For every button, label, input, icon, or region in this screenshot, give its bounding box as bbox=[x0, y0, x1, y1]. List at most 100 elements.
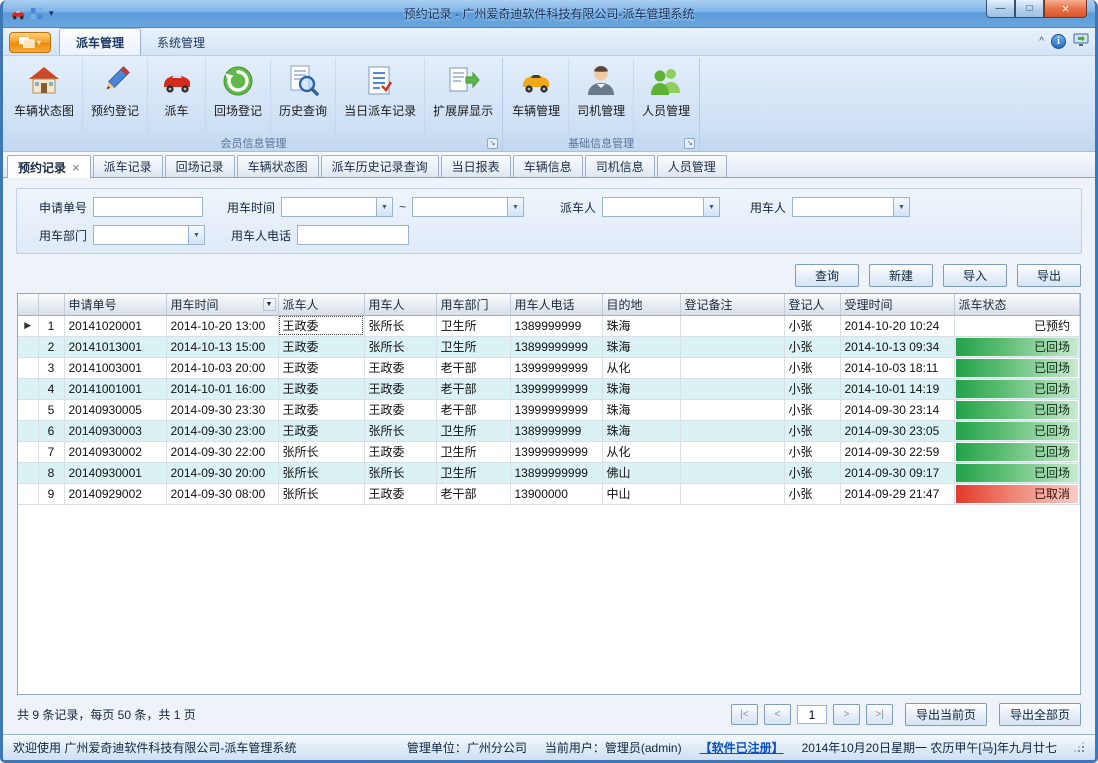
grid-cell[interactable]: 王政委 bbox=[278, 399, 364, 420]
doc-tab[interactable]: 派车历史记录查询 bbox=[321, 155, 439, 177]
grid-cell[interactable]: 张所长 bbox=[364, 420, 436, 441]
quick-access-icon[interactable] bbox=[30, 7, 43, 20]
grid-cell[interactable]: 2014-09-30 22:59 bbox=[840, 441, 954, 462]
prev-page-button[interactable]: < bbox=[764, 704, 791, 725]
maximize-button[interactable]: □ bbox=[1015, 0, 1044, 18]
grid-cell[interactable]: 20141001001 bbox=[64, 378, 166, 399]
column-header[interactable]: 用车人电话 bbox=[510, 294, 602, 315]
column-header[interactable]: 登记备注 bbox=[680, 294, 784, 315]
import-button[interactable]: 导入 bbox=[943, 264, 1007, 287]
grid-cell[interactable]: 卫生所 bbox=[436, 441, 510, 462]
doc-tab[interactable]: 预约记录× bbox=[7, 155, 91, 178]
grid-cell-status[interactable]: 已回场 bbox=[954, 336, 1080, 357]
grid-cell[interactable]: 老干部 bbox=[436, 357, 510, 378]
doc-tab[interactable]: 当日报表 bbox=[441, 155, 511, 177]
ribbon-button[interactable]: 历史查询 bbox=[271, 58, 336, 134]
dispatcher-combo[interactable]: ▼ bbox=[602, 197, 720, 217]
last-page-button[interactable]: >| bbox=[866, 704, 893, 725]
grid-cell[interactable]: 1389999999 bbox=[510, 315, 602, 336]
grid-cell[interactable]: 小张 bbox=[784, 441, 840, 462]
export-all-pages-button[interactable]: 导出全部页 bbox=[999, 703, 1081, 726]
row-indicator-cell[interactable] bbox=[18, 462, 38, 483]
ribbon-button[interactable]: 司机管理 bbox=[569, 58, 634, 134]
grid-cell-status[interactable]: 已取消 bbox=[954, 483, 1080, 504]
grid-cell[interactable]: 2014-09-30 22:00 bbox=[166, 441, 278, 462]
dropdown-arrow-icon[interactable]: ▼ bbox=[376, 198, 392, 216]
row-number-cell[interactable]: 5 bbox=[38, 399, 64, 420]
department-combo[interactable]: ▼ bbox=[93, 225, 205, 245]
grid-cell[interactable]: 小张 bbox=[784, 462, 840, 483]
row-number-cell[interactable]: 2 bbox=[38, 336, 64, 357]
grid-cell[interactable]: 王政委 bbox=[278, 336, 364, 357]
grid-cell[interactable]: 13899999999 bbox=[510, 462, 602, 483]
grid-cell[interactable]: 王政委 bbox=[278, 315, 364, 336]
grid-cell[interactable]: 13900000 bbox=[510, 483, 602, 504]
grid-cell[interactable]: 2014-10-20 13:00 bbox=[166, 315, 278, 336]
grid-cell[interactable]: 20140930005 bbox=[64, 399, 166, 420]
data-grid[interactable]: 申请单号用车时间▼派车人用车人用车部门用车人电话目的地登记备注登记人受理时间派车… bbox=[17, 293, 1081, 695]
info-icon[interactable]: i bbox=[1051, 34, 1066, 49]
column-header[interactable]: 用车人 bbox=[364, 294, 436, 315]
grid-cell[interactable]: 卫生所 bbox=[436, 336, 510, 357]
grid-cell[interactable]: 珠海 bbox=[602, 378, 680, 399]
resize-grip[interactable] bbox=[1075, 743, 1085, 753]
row-number-cell[interactable]: 1 bbox=[38, 315, 64, 336]
grid-cell[interactable] bbox=[680, 378, 784, 399]
grid-cell[interactable]: 2014-09-29 21:47 bbox=[840, 483, 954, 504]
grid-cell[interactable]: 2014-09-30 23:14 bbox=[840, 399, 954, 420]
use-time-to-combo[interactable]: ▼ bbox=[412, 197, 524, 217]
grid-cell[interactable]: 13999999999 bbox=[510, 399, 602, 420]
grid-cell[interactable]: 小张 bbox=[784, 357, 840, 378]
grid-cell[interactable]: 2014-10-13 09:34 bbox=[840, 336, 954, 357]
grid-cell[interactable] bbox=[680, 441, 784, 462]
grid-cell[interactable]: 王政委 bbox=[364, 378, 436, 399]
grid-cell-status[interactable]: 已回场 bbox=[954, 378, 1080, 399]
column-header[interactable]: 用车时间▼ bbox=[166, 294, 278, 315]
column-header[interactable]: 派车人 bbox=[278, 294, 364, 315]
grid-cell[interactable]: 从化 bbox=[602, 357, 680, 378]
grid-cell[interactable]: 张所长 bbox=[278, 483, 364, 504]
grid-cell[interactable]: 13899999999 bbox=[510, 336, 602, 357]
grid-cell-status[interactable]: 已回场 bbox=[954, 399, 1080, 420]
dropdown-arrow-icon[interactable]: ▼ bbox=[703, 198, 719, 216]
row-number-cell[interactable]: 6 bbox=[38, 420, 64, 441]
row-indicator-cell[interactable] bbox=[18, 441, 38, 462]
table-row[interactable]: 3201410030012014-10-03 20:00王政委王政委老干部139… bbox=[18, 357, 1080, 378]
grid-cell[interactable]: 2014-10-20 10:24 bbox=[840, 315, 954, 336]
table-row[interactable]: ▶1201410200012014-10-20 13:00王政委张所长卫生所13… bbox=[18, 315, 1080, 336]
apply-no-input[interactable] bbox=[93, 197, 203, 217]
grid-cell[interactable]: 小张 bbox=[784, 315, 840, 336]
doc-tab[interactable]: 车辆状态图 bbox=[237, 155, 319, 177]
ribbon-button[interactable]: 预约登记 bbox=[83, 58, 148, 134]
column-header[interactable]: 申请单号 bbox=[64, 294, 166, 315]
doc-tab[interactable]: 车辆信息 bbox=[513, 155, 583, 177]
row-indicator-cell[interactable] bbox=[18, 336, 38, 357]
grid-cell[interactable]: 2014-10-03 20:00 bbox=[166, 357, 278, 378]
grid-cell[interactable]: 13999999999 bbox=[510, 378, 602, 399]
grid-cell-status[interactable]: 已回场 bbox=[954, 462, 1080, 483]
use-time-from-combo[interactable]: ▼ bbox=[281, 197, 393, 217]
grid-cell[interactable]: 20141013001 bbox=[64, 336, 166, 357]
grid-cell[interactable]: 2014-09-30 23:30 bbox=[166, 399, 278, 420]
grid-cell[interactable]: 小张 bbox=[784, 378, 840, 399]
grid-cell[interactable]: 珠海 bbox=[602, 315, 680, 336]
row-number-cell[interactable]: 4 bbox=[38, 378, 64, 399]
dropdown-arrow-icon[interactable]: ▼ bbox=[893, 198, 909, 216]
ribbon-button[interactable]: 车辆管理 bbox=[504, 58, 569, 134]
grid-cell[interactable]: 中山 bbox=[602, 483, 680, 504]
query-button[interactable]: 查询 bbox=[795, 264, 859, 287]
grid-cell[interactable]: 20140930001 bbox=[64, 462, 166, 483]
grid-cell[interactable] bbox=[680, 336, 784, 357]
doc-tab[interactable]: 回场记录 bbox=[165, 155, 235, 177]
grid-cell[interactable]: 小张 bbox=[784, 336, 840, 357]
dropdown-arrow-icon[interactable]: ▼ bbox=[188, 226, 204, 244]
first-page-button[interactable]: |< bbox=[731, 704, 758, 725]
grid-cell[interactable]: 小张 bbox=[784, 420, 840, 441]
grid-cell[interactable]: 佛山 bbox=[602, 462, 680, 483]
row-indicator-cell[interactable]: ▶ bbox=[18, 315, 38, 336]
grid-cell[interactable] bbox=[680, 483, 784, 504]
export-button[interactable]: 导出 bbox=[1017, 264, 1081, 287]
grid-cell[interactable]: 王政委 bbox=[364, 483, 436, 504]
doc-tab[interactable]: 人员管理 bbox=[657, 155, 727, 177]
column-header[interactable]: 登记人 bbox=[784, 294, 840, 315]
